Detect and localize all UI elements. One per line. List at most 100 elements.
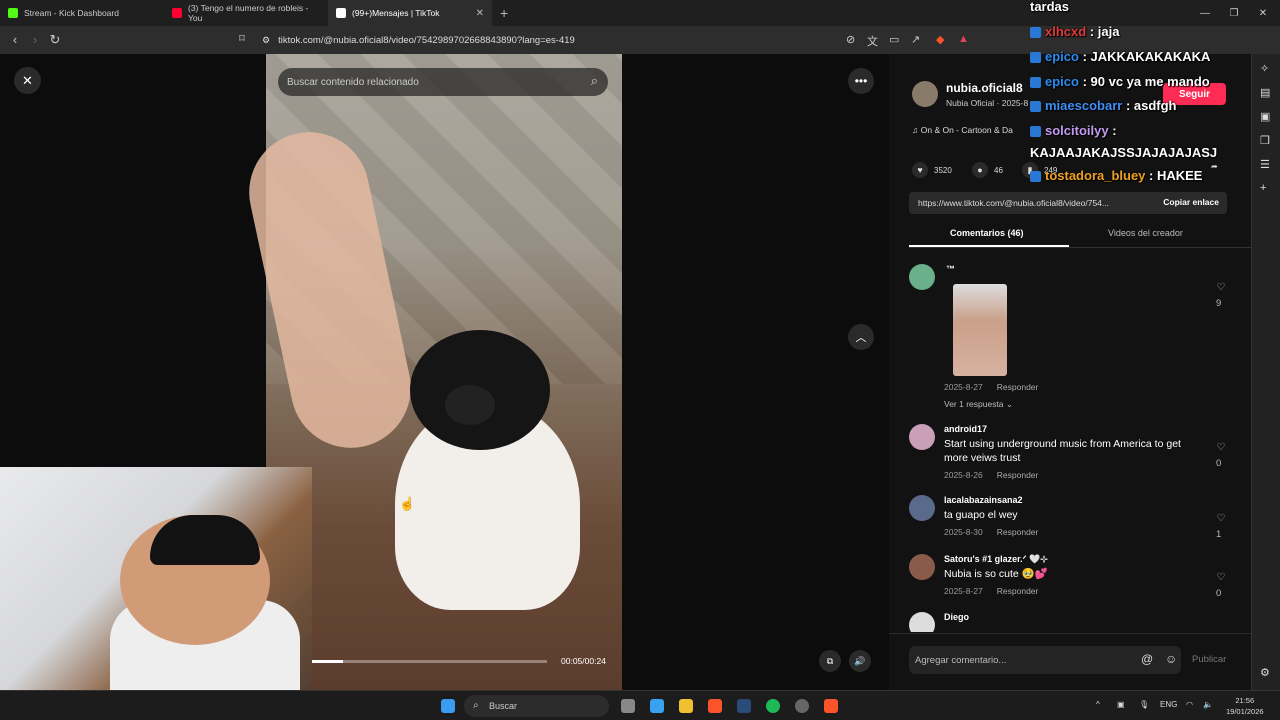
site-info-icon[interactable]: ⚙ [262, 35, 270, 46]
heart-outline-icon[interactable]: ♡ [1215, 442, 1227, 453]
tab-kick[interactable]: Stream - Kick Dashboard [0, 0, 164, 26]
author-info[interactable]: nubia.oficial8 Nubia Oficial · 2025-8 [912, 81, 1028, 108]
comment-author[interactable]: android17 [944, 424, 987, 434]
miniplayer-button[interactable]: ⧉ [819, 650, 841, 672]
comment-stat[interactable]: ● 46 [972, 162, 1003, 178]
close-tab-icon[interactable]: ✕ [476, 8, 484, 19]
taskbar-search-label: Buscar [489, 701, 518, 711]
chat-message: : asdfgh [1122, 98, 1177, 113]
comment-input[interactable]: Agregar comentario... @ ☺ [909, 646, 1181, 674]
tab-creator-videos[interactable]: Videos del creador [1108, 228, 1183, 238]
comment-meta: 2025-8-30 Responder [944, 527, 1038, 537]
back-icon[interactable]: ‹ [5, 32, 25, 47]
video-progress-bar[interactable] [312, 660, 547, 663]
file-explorer-icon[interactable] [679, 699, 693, 713]
search-icon[interactable]: ⌕ [591, 73, 598, 89]
comment-sticker-image[interactable] [953, 284, 1007, 376]
comment-item: Satoru's #1 glazer.ᐟ 🤍⊹ Nubia is so cute… [909, 554, 1229, 604]
wallet-icon[interactable]: ▣ [1260, 110, 1270, 123]
related-search-input[interactable]: Buscar contenido relacionado ⌕ [278, 68, 608, 96]
task-view-icon[interactable] [621, 699, 635, 713]
brave-rewards-icon[interactable]: ▲ [958, 33, 969, 45]
tab-comments[interactable]: Comentarios (46) [950, 228, 1024, 238]
copilot-icon[interactable] [650, 699, 664, 713]
kick-icon [8, 8, 18, 18]
mouse-cursor-icon: ☝ [399, 496, 416, 511]
reply-button[interactable]: Responder [997, 586, 1039, 596]
comment-author[interactable]: Diego [944, 612, 969, 622]
bookmarks-icon[interactable]: ❒ [1260, 134, 1270, 147]
chat-message: : JAKKAKAKAKAKA [1078, 49, 1211, 64]
avatar[interactable] [909, 554, 935, 580]
comment-meta: 2025-8-26 Responder [944, 470, 1038, 480]
history-icon[interactable]: ☰ [1260, 158, 1270, 171]
forward-icon[interactable]: › [25, 32, 45, 47]
comment-like-count: 0 [1216, 588, 1222, 599]
comment-author[interactable]: ™ [946, 264, 955, 274]
like-stat[interactable]: ♥ 3520 [912, 162, 952, 178]
reply-button[interactable]: Responder [997, 470, 1039, 480]
music-info[interactable]: ♫ On & On - Cartoon & Da [912, 125, 1013, 135]
reply-button[interactable]: Responder [997, 527, 1039, 537]
previous-video-button[interactable]: ︿ [848, 324, 874, 350]
avatar[interactable] [909, 264, 935, 290]
brave-active-icon[interactable] [824, 699, 838, 713]
reload-icon[interactable]: ↻ [45, 32, 65, 48]
share-icon[interactable]: ↗ [911, 33, 920, 46]
miniplayer-icon: ⧉ [826, 655, 834, 666]
obs-icon[interactable] [795, 699, 809, 713]
taskbar-clock[interactable]: 21:56 19/01/2026 [1226, 695, 1264, 717]
heart-outline-icon[interactable]: ♡ [1215, 513, 1227, 524]
tab-tiktok[interactable]: (99+)Mensajes | TikTok ✕ [328, 0, 492, 26]
reading-list-icon[interactable]: ▤ [1260, 86, 1270, 99]
comment-meta: 2025-8-27 Responder [944, 382, 1038, 392]
chat-line: miaescobarr : asdfgh [1030, 94, 1177, 119]
steam-icon[interactable] [737, 699, 751, 713]
avatar[interactable] [909, 495, 935, 521]
language-indicator[interactable]: ENG [1160, 700, 1177, 709]
new-tab-button[interactable]: + [492, 5, 516, 21]
reply-button[interactable]: Responder [997, 382, 1039, 392]
heart-outline-icon[interactable]: ♡ [1215, 572, 1227, 583]
tray-app-icon[interactable]: ▣ [1117, 700, 1125, 709]
translate-icon[interactable]: 文 [867, 33, 878, 49]
more-options-button[interactable]: ••• [848, 68, 874, 94]
wifi-icon[interactable]: ◠ [1186, 700, 1193, 709]
close-video-button[interactable]: ✕ [14, 67, 41, 94]
avatar[interactable] [909, 424, 935, 450]
tray-chevron-icon[interactable]: ^ [1096, 700, 1100, 709]
windows-start-icon[interactable] [441, 699, 455, 713]
comment-like-count: 9 [1216, 298, 1222, 309]
mute-icon[interactable]: ⊘ [846, 33, 855, 46]
taskbar-search[interactable]: ⌕ Buscar [464, 695, 609, 717]
publish-button[interactable]: Publicar [1192, 654, 1226, 665]
avatar[interactable] [912, 81, 938, 107]
emoji-icon[interactable]: ☺ [1165, 652, 1177, 666]
avatar[interactable] [909, 612, 935, 632]
volume-button[interactable]: 🔊 [849, 650, 871, 672]
comment-author[interactable]: Satoru's #1 glazer.ᐟ 🤍⊹ [944, 554, 1048, 565]
progress-fill [312, 660, 343, 663]
share-link[interactable]: https://www.tiktok.com/@nubia.oficial8/v… [918, 198, 1109, 208]
screen-icon[interactable]: ▭ [889, 33, 899, 46]
close-window-button[interactable]: ✕ [1248, 0, 1278, 26]
clock-date: 19/01/2026 [1226, 707, 1264, 716]
author-name[interactable]: nubia.oficial8 [946, 81, 1028, 95]
tab-youtube[interactable]: (3) Tengo el numero de robleis - You [164, 0, 328, 26]
comment-item: lacalabazainsana2 ta guapo el wey 2025-8… [909, 495, 1229, 545]
heart-outline-icon[interactable]: ♡ [1215, 282, 1227, 293]
view-replies-button[interactable]: Ver 1 respuesta ⌄ [944, 399, 1013, 410]
bookmark-icon[interactable]: ⌑ [232, 32, 252, 45]
microphone-icon[interactable]: 🎙 [1139, 700, 1149, 709]
brave-shield-icon[interactable]: ◆ [936, 33, 944, 46]
leo-ai-icon[interactable]: ✧ [1260, 62, 1269, 75]
chat-message: : [1108, 123, 1117, 138]
add-panel-icon[interactable]: + [1260, 182, 1266, 194]
settings-gear-icon[interactable]: ⚙ [1260, 666, 1270, 679]
mention-icon[interactable]: @ [1141, 652, 1153, 666]
brave-browser-icon[interactable] [708, 699, 722, 713]
spotify-icon[interactable] [766, 699, 780, 713]
speaker-icon[interactable]: 🔈 [1203, 700, 1213, 709]
copy-link-button[interactable]: Copiar enlace [1163, 197, 1219, 207]
comment-author[interactable]: lacalabazainsana2 [944, 495, 1023, 505]
